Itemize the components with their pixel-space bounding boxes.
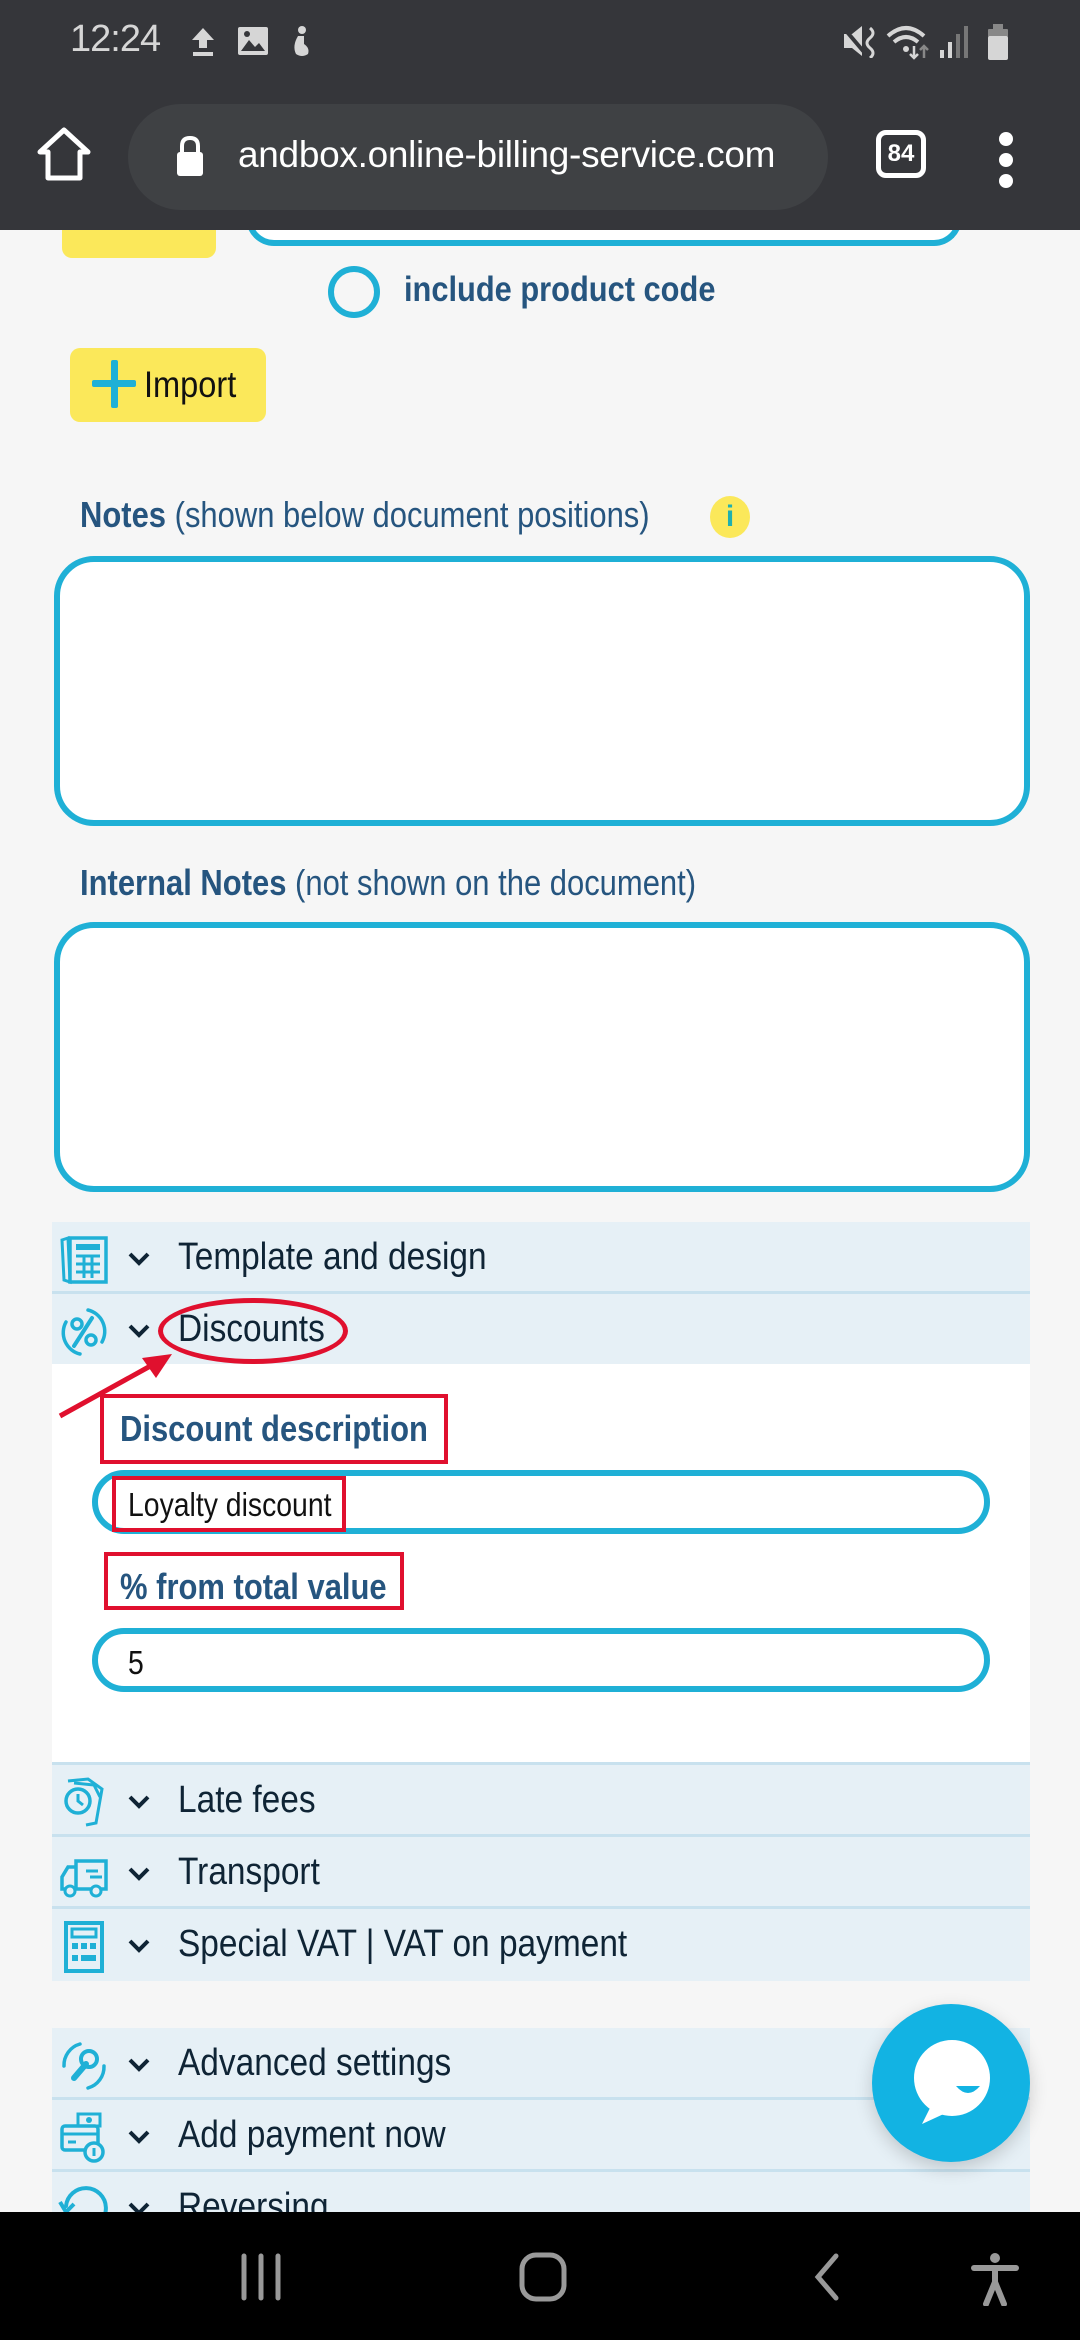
address-bar[interactable]: andbox.online-billing-service.com <box>128 104 828 210</box>
chevron-down-icon <box>128 2202 150 2212</box>
accordion-label: Add payment now <box>178 2114 446 2156</box>
recent-apps-icon[interactable] <box>236 2252 286 2302</box>
chevron-down-icon <box>128 1795 150 1809</box>
accordion-late-fees[interactable]: Late fees <box>52 1765 1030 1837</box>
chevron-down-icon <box>128 2130 150 2144</box>
url-text: andbox.online-billing-service.com <box>238 134 776 175</box>
chat-bubble-icon <box>914 2040 990 2124</box>
image-icon <box>238 27 268 55</box>
payment-icon <box>60 2112 105 2163</box>
annotation-ellipse-discounts <box>158 1298 348 1364</box>
internal-notes-label-bold: Internal Notes <box>80 862 287 903</box>
chevron-down-icon <box>128 1867 150 1881</box>
notes-label-bold: Notes <box>80 494 167 535</box>
notes-label-hint: (shown below document positions) <box>166 494 650 535</box>
accordion-special-vat[interactable]: Special VAT | VAT on payment <box>52 1909 1030 1981</box>
notification-icon <box>294 26 309 56</box>
notes-label: Notes (shown below document positions) <box>80 494 650 536</box>
page-content: include product code Import Notes (shown… <box>0 230 1080 2212</box>
status-time: 12:24 <box>70 18 161 60</box>
calculator-icon <box>64 1921 104 1973</box>
home-nav-icon[interactable] <box>518 2252 568 2302</box>
accordion-transport[interactable]: Transport <box>52 1837 1030 1909</box>
import-button[interactable]: Import <box>70 348 266 422</box>
notes-textarea[interactable] <box>54 556 1030 826</box>
accordion-label: Reversing <box>178 2186 329 2212</box>
battery-icon <box>988 24 1008 60</box>
annotation-box-description-label <box>100 1394 448 1464</box>
accordion-middle: Late fees Transport Special VAT | VAT on… <box>52 1762 1030 1981</box>
chevron-down-icon <box>128 2058 150 2072</box>
include-product-code-label: include product code <box>404 270 716 309</box>
partial-yellow-button[interactable] <box>62 230 216 258</box>
system-nav-bar <box>0 2212 1080 2340</box>
import-button-label: Import <box>144 364 237 405</box>
accordion-label: Advanced settings <box>178 2042 452 2084</box>
signal-icon <box>940 26 968 58</box>
lock-icon <box>177 135 203 176</box>
back-icon[interactable] <box>806 2252 846 2302</box>
accordion-label: Late fees <box>178 1779 316 1821</box>
percent-from-total-input[interactable]: 5 <box>92 1628 990 1692</box>
accordion-template-and-design[interactable]: Template and design <box>52 1222 1030 1294</box>
browser-toolbar: andbox.online-billing-service.com 84 <box>0 84 1080 230</box>
percent-from-total-value: 5 <box>128 1644 144 1681</box>
accordion-label: Transport <box>178 1851 320 1893</box>
late-fees-icon <box>64 1777 104 1827</box>
accordion-label: Template and design <box>178 1236 487 1278</box>
include-product-code-radio[interactable] <box>328 266 380 318</box>
internal-notes-label-hint: (not shown on the document) <box>286 862 697 903</box>
wifi-icon <box>886 26 929 60</box>
home-icon[interactable] <box>34 126 94 182</box>
info-icon[interactable]: i <box>710 496 750 538</box>
partial-input-field[interactable] <box>246 230 962 246</box>
vibrate-mute-icon <box>840 24 875 58</box>
plus-icon <box>92 360 136 408</box>
accessibility-icon[interactable] <box>970 2252 1020 2306</box>
annotation-box-percent-label <box>104 1552 404 1610</box>
more-vert-icon[interactable] <box>996 132 1016 195</box>
undo-icon <box>58 2186 108 2212</box>
wrench-icon <box>62 2042 106 2090</box>
status-bar: 12:24 <box>0 0 1080 84</box>
chat-button[interactable] <box>872 2004 1030 2162</box>
annotation-box-description-value <box>112 1476 346 1532</box>
tab-switcher-button[interactable]: 84 <box>876 130 926 178</box>
template-icon <box>60 1235 108 1285</box>
internal-notes-label: Internal Notes (not shown on the documen… <box>80 862 696 904</box>
internal-notes-textarea[interactable] <box>54 922 1030 1192</box>
chevron-down-icon <box>128 1252 150 1266</box>
chevron-down-icon <box>128 1939 150 1953</box>
truck-icon <box>60 1859 108 1898</box>
accordion-reversing[interactable]: Reversing <box>52 2172 1030 2212</box>
accordion-label: Special VAT | VAT on payment <box>178 1923 628 1965</box>
upload-icon <box>192 28 214 56</box>
